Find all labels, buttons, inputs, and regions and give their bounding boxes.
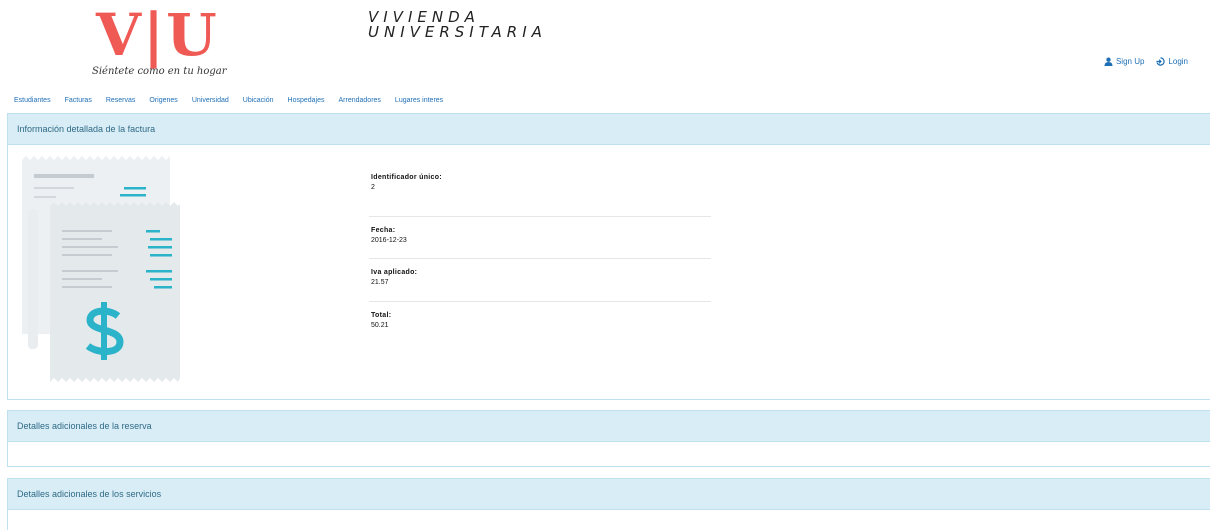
field-total: Total: 50.21: [369, 302, 711, 345]
nav-item-facturas[interactable]: Facturas: [65, 97, 92, 104]
nav-item-ubicacion[interactable]: Ubicación: [243, 97, 274, 104]
login-link[interactable]: Login: [1156, 57, 1188, 66]
signup-label: Sign Up: [1115, 57, 1145, 66]
auth-links: Sign Up Login: [1104, 57, 1188, 66]
logo-letters: V|U: [96, 1, 219, 69]
user-icon: [1104, 57, 1113, 66]
field-id-label: Identificador único:: [371, 174, 442, 181]
invoice-illustration: [22, 156, 180, 382]
nav-item-origenes[interactable]: Origenes: [149, 97, 177, 104]
field-total-value: 50.21: [371, 321, 389, 329]
field-id-value: 2: [371, 184, 375, 191]
reserva-panel: Detalles adicionales de la reserva: [7, 410, 1210, 467]
servicios-panel: Detalles adicionales de los servicios: [7, 478, 1210, 530]
field-id: Identificador único: 2: [369, 174, 711, 217]
nav-item-reservas[interactable]: Reservas: [106, 97, 136, 104]
login-icon: [1156, 57, 1166, 66]
invoice-panel: Información detallada de la factura Iden…: [7, 113, 1210, 400]
nav-item-arrendadores[interactable]: Arrendadores: [339, 97, 381, 104]
servicios-panel-title: Detalles adicionales de los servicios: [8, 479, 1210, 510]
field-fecha-label: Fecha:: [371, 226, 396, 234]
field-iva: Iva aplicado: 21.57: [369, 259, 711, 302]
nav-item-universidad[interactable]: Universidad: [192, 97, 229, 104]
nav-item-lugares-interes[interactable]: Lugares interes: [395, 97, 443, 104]
main-nav: Estudiantes Facturas Reservas Origenes U…: [14, 97, 443, 104]
login-label: Login: [1168, 57, 1188, 66]
logo-tagline: Siéntete como en tu hogar: [92, 66, 227, 77]
brand-name: VIVIENDA UNIVERSITARIA: [368, 10, 547, 40]
field-iva-value: 21.57: [371, 279, 389, 286]
site-header: V|U Siéntete como en tu hogar VIVIENDA U…: [0, 0, 1210, 92]
field-fecha: Fecha: 2016-12-23: [369, 217, 711, 259]
reserva-panel-title: Detalles adicionales de la reserva: [8, 411, 1210, 442]
site-logo[interactable]: V|U Siéntete como en tu hogar: [92, 1, 227, 78]
nav-item-hospedajes[interactable]: Hospedajes: [288, 97, 325, 104]
nav-item-estudiantes[interactable]: Estudiantes: [14, 97, 51, 104]
field-total-label: Total:: [371, 311, 392, 319]
invoice-panel-title: Información detallada de la factura: [8, 114, 1210, 145]
brand-line-2: UNIVERSITARIA: [368, 23, 547, 41]
invoice-details: Identificador único: 2 Fecha: 2016-12-23…: [369, 174, 711, 344]
signup-link[interactable]: Sign Up: [1104, 57, 1144, 66]
field-iva-label: Iva aplicado:: [371, 269, 418, 276]
field-fecha-value: 2016-12-23: [371, 236, 407, 244]
